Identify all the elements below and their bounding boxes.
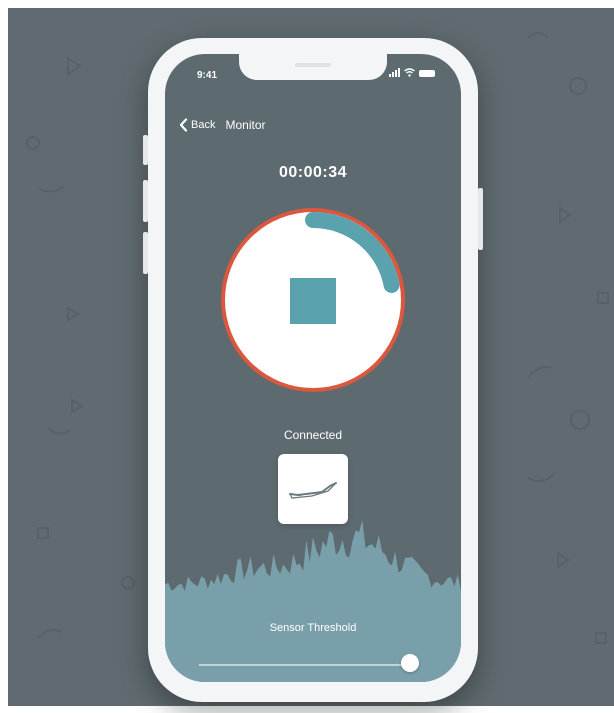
side-button bbox=[143, 135, 148, 165]
notch bbox=[239, 54, 387, 80]
side-button bbox=[143, 180, 148, 222]
connection-status: Connected bbox=[283, 428, 343, 442]
back-label: Back bbox=[191, 119, 216, 131]
side-button bbox=[478, 188, 483, 250]
foot-sensor-icon bbox=[289, 482, 337, 499]
page-title: Monitor bbox=[225, 118, 266, 132]
back-chevron-icon bbox=[179, 118, 188, 132]
threshold-label: Sensor Threshold bbox=[269, 622, 357, 634]
wifi-icon bbox=[404, 68, 415, 77]
status-time: 9:41 bbox=[197, 70, 218, 81]
app-screen: 9:41 Back Monitor 00:00:34 Connected Sen… bbox=[165, 54, 461, 682]
signal-icon bbox=[389, 68, 400, 77]
nav-bar: Back Monitor bbox=[179, 118, 265, 132]
elapsed-timer: 00:00:34 bbox=[278, 164, 348, 181]
back-button[interactable]: Back bbox=[179, 118, 215, 132]
stop-button[interactable] bbox=[290, 278, 336, 324]
battery-icon bbox=[419, 70, 435, 77]
sensor-card[interactable] bbox=[278, 454, 348, 524]
side-button bbox=[143, 232, 148, 274]
threshold-slider[interactable] bbox=[199, 664, 417, 666]
speaker bbox=[295, 63, 331, 67]
status-icons bbox=[389, 68, 435, 77]
